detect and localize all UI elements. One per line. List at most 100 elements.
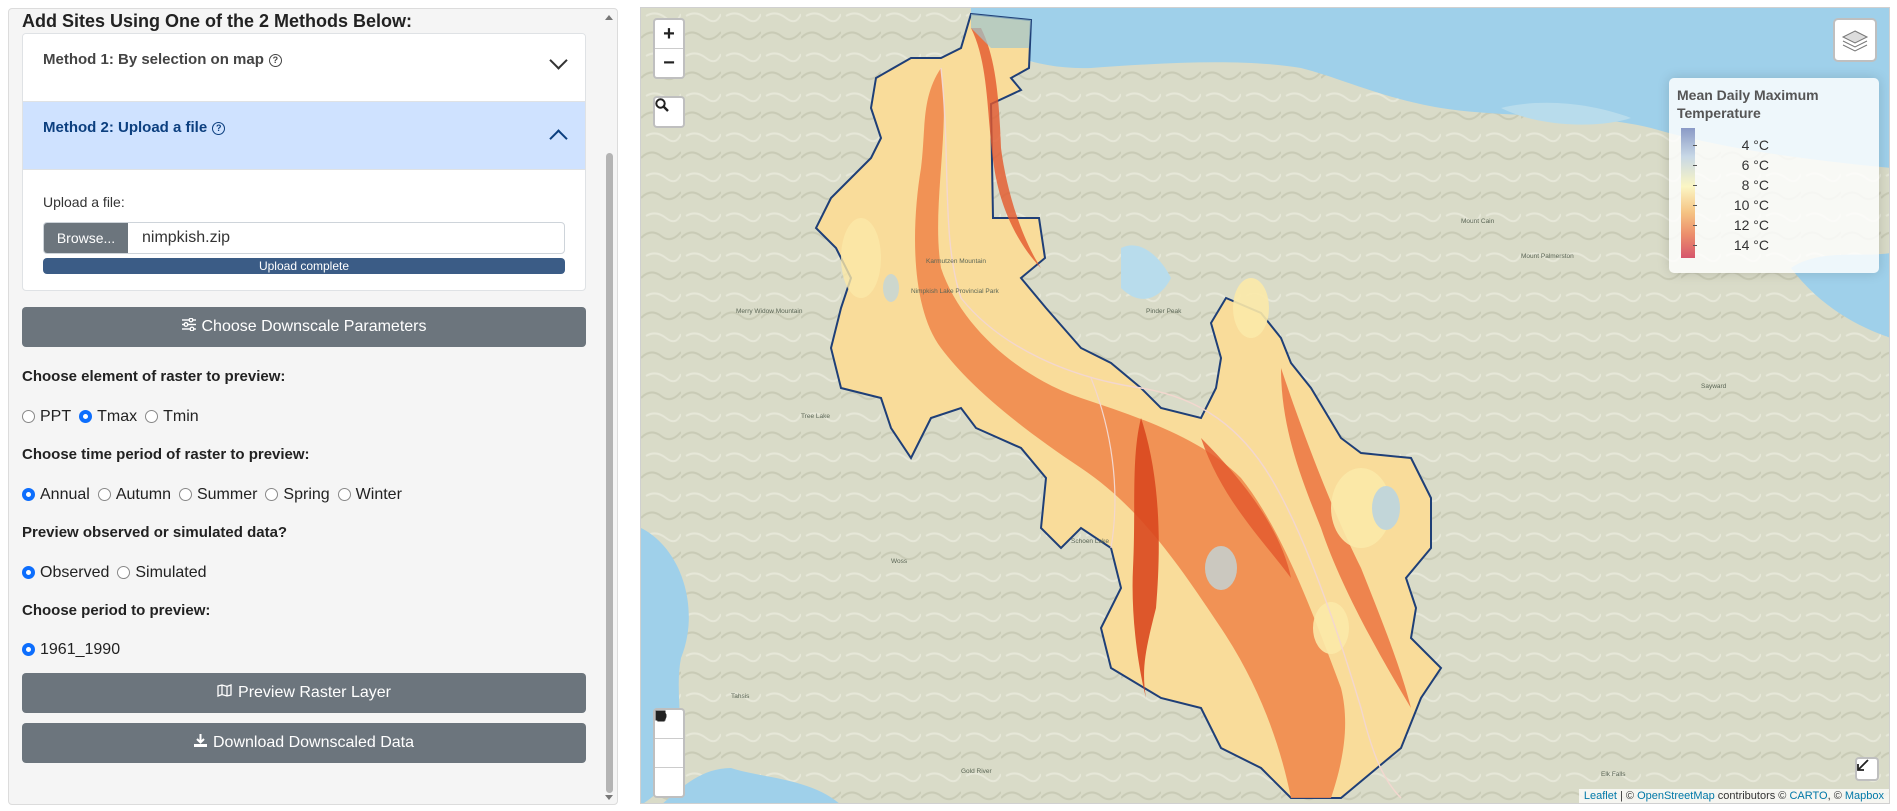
radio-label: Tmin [163, 408, 199, 425]
svg-text:Tahsis: Tahsis [731, 693, 750, 700]
help-icon[interactable]: ? [212, 122, 226, 135]
zoom-in-button[interactable]: + [655, 20, 683, 49]
time-radio-winter[interactable]: Winter [337, 486, 402, 504]
period-radio-1961_1990[interactable]: 1961_1990 [22, 641, 120, 659]
legend-item: 8 °C [1693, 175, 1769, 195]
element-question: Choose element of raster to preview: [22, 368, 286, 385]
radio-indicator[interactable] [337, 488, 351, 501]
method2-header[interactable]: Method 2: Upload a file? [23, 102, 585, 170]
scroll-thumb[interactable] [606, 153, 613, 793]
upload-label: Upload a file: [43, 194, 125, 210]
attrib-sep: | © [1616, 790, 1638, 802]
carto-link[interactable]: CARTO [1789, 790, 1827, 802]
radio-indicator[interactable] [22, 488, 35, 501]
draw-circle-button[interactable] [655, 710, 683, 796]
radio-indicator[interactable] [22, 410, 35, 423]
data-radio-group: Observed Simulated [22, 564, 215, 582]
svg-text:Mount Palmerston: Mount Palmerston [1521, 253, 1574, 260]
leaflet-link[interactable]: Leaflet [1584, 790, 1617, 802]
map-icon [217, 673, 232, 713]
search-button[interactable] [655, 98, 683, 126]
download-data-label: Download Downscaled Data [213, 734, 414, 751]
radio-indicator[interactable] [79, 410, 93, 423]
svg-text:Gold River: Gold River [961, 768, 993, 775]
radio-label: Tmax [97, 408, 138, 425]
radio-indicator[interactable] [97, 488, 111, 501]
legend-item: 4 °C [1693, 135, 1769, 155]
data-radio-simulated[interactable]: Simulated [117, 564, 207, 582]
mapbox-link[interactable]: Mapbox [1845, 790, 1884, 802]
upload-progress-bar: Upload complete [43, 258, 565, 274]
radio-label: Winter [355, 486, 402, 503]
time-radio-annual[interactable]: Annual [22, 486, 90, 504]
svg-text:Elk Falls: Elk Falls [1601, 771, 1626, 778]
time-radio-autumn[interactable]: Autumn [97, 486, 171, 504]
radio-indicator[interactable] [178, 488, 192, 501]
control-panel: Add Sites Using One of the 2 Methods Bel… [8, 8, 618, 805]
radio-label: PPT [40, 408, 72, 425]
legend-color-ramp [1681, 128, 1695, 258]
svg-text:Tree Lake: Tree Lake [801, 413, 830, 420]
element-radio-ppt[interactable]: PPT [22, 408, 71, 426]
browse-button[interactable]: Browse... [44, 223, 128, 253]
element-radio-tmin[interactable]: Tmin [145, 408, 199, 426]
file-input-group[interactable]: Browse... nimpkish.zip [43, 222, 565, 254]
draw-rectangle-button[interactable] [655, 710, 683, 768]
add-sites-heading: Add Sites Using One of the 2 Methods Bel… [22, 11, 413, 31]
layers-control-button[interactable] [1833, 18, 1877, 62]
map-view[interactable]: Karmutzen Mountain Nimpkish Lake Provinc… [640, 7, 1890, 804]
layers-icon [1841, 30, 1869, 52]
radio-label: 1961_1990 [40, 641, 121, 658]
element-radio-group: PPT Tmax Tmin [22, 408, 207, 426]
search-icon [655, 98, 669, 112]
scroll-down-icon[interactable] [605, 795, 613, 800]
download-data-button[interactable]: Download Downscaled Data [22, 723, 586, 763]
panel-scrollbar[interactable] [604, 13, 615, 802]
legend-item: 14 °C [1693, 235, 1769, 255]
svg-text:Schoen Lake: Schoen Lake [1071, 538, 1109, 545]
radio-indicator[interactable] [117, 566, 131, 579]
draw-toolbar [653, 708, 685, 798]
choose-downscale-label: Choose Downscale Parameters [201, 318, 427, 335]
zoom-out-button[interactable]: − [655, 49, 683, 77]
svg-text:Sayward: Sayward [1701, 383, 1727, 390]
radio-indicator[interactable] [22, 566, 35, 579]
time-radio-spring[interactable]: Spring [265, 486, 330, 504]
chevron-up-icon [549, 129, 568, 148]
data-question: Preview observed or simulated data? [22, 524, 288, 541]
legend-title: Mean Daily Maximum Temperature [1677, 87, 1819, 121]
legend-item: 12 °C [1693, 215, 1769, 235]
radio-indicator[interactable] [265, 488, 279, 501]
svg-text:Karmutzen Mountain: Karmutzen Mountain [926, 258, 986, 265]
data-radio-observed[interactable]: Observed [22, 564, 109, 582]
osm-link[interactable]: OpenStreetMap [1637, 790, 1715, 802]
period-question: Choose period to preview: [22, 602, 211, 619]
preview-raster-button[interactable]: Preview Raster Layer [22, 673, 586, 713]
period-radio-group: 1961_1990 [22, 641, 128, 659]
choose-downscale-button[interactable]: Choose Downscale Parameters [22, 307, 586, 347]
time-radio-group: Annual Autumn Summer Spring Winter [22, 486, 410, 504]
legend-items: 4 °C 6 °C 8 °C 10 °C 12 °C 14 °C [1693, 135, 1769, 255]
radio-label: Summer [196, 486, 258, 503]
svg-text:Merry Widow Mountain: Merry Widow Mountain [736, 308, 803, 315]
legend-item: 6 °C [1693, 155, 1769, 175]
chevron-down-icon [549, 51, 568, 70]
map-attribution: Leaflet | © OpenStreetMap contributors ©… [1578, 789, 1889, 803]
fullscreen-button[interactable] [1855, 757, 1879, 781]
radio-indicator[interactable] [22, 643, 35, 656]
file-name-field[interactable]: nimpkish.zip [142, 229, 230, 247]
svg-text:Pinder Peak: Pinder Peak [1146, 308, 1182, 315]
methods-accordion: Method 1: By selection on map? Method 2:… [22, 33, 586, 291]
method2-title: Method 2: Upload a file? [43, 119, 226, 136]
method1-header[interactable]: Method 1: By selection on map? [23, 34, 585, 102]
method1-title: Method 1: By selection on map? [43, 51, 282, 68]
time-radio-summer[interactable]: Summer [178, 486, 258, 504]
help-icon[interactable]: ? [268, 54, 282, 67]
radio-indicator[interactable] [145, 410, 159, 423]
element-radio-tmax[interactable]: Tmax [79, 408, 137, 426]
time-question: Choose time period of raster to preview: [22, 446, 310, 463]
radio-label: Autumn [115, 486, 171, 503]
sliders-icon [181, 307, 196, 347]
upload-status: Upload complete [43, 258, 565, 274]
scroll-up-icon[interactable] [605, 15, 613, 20]
